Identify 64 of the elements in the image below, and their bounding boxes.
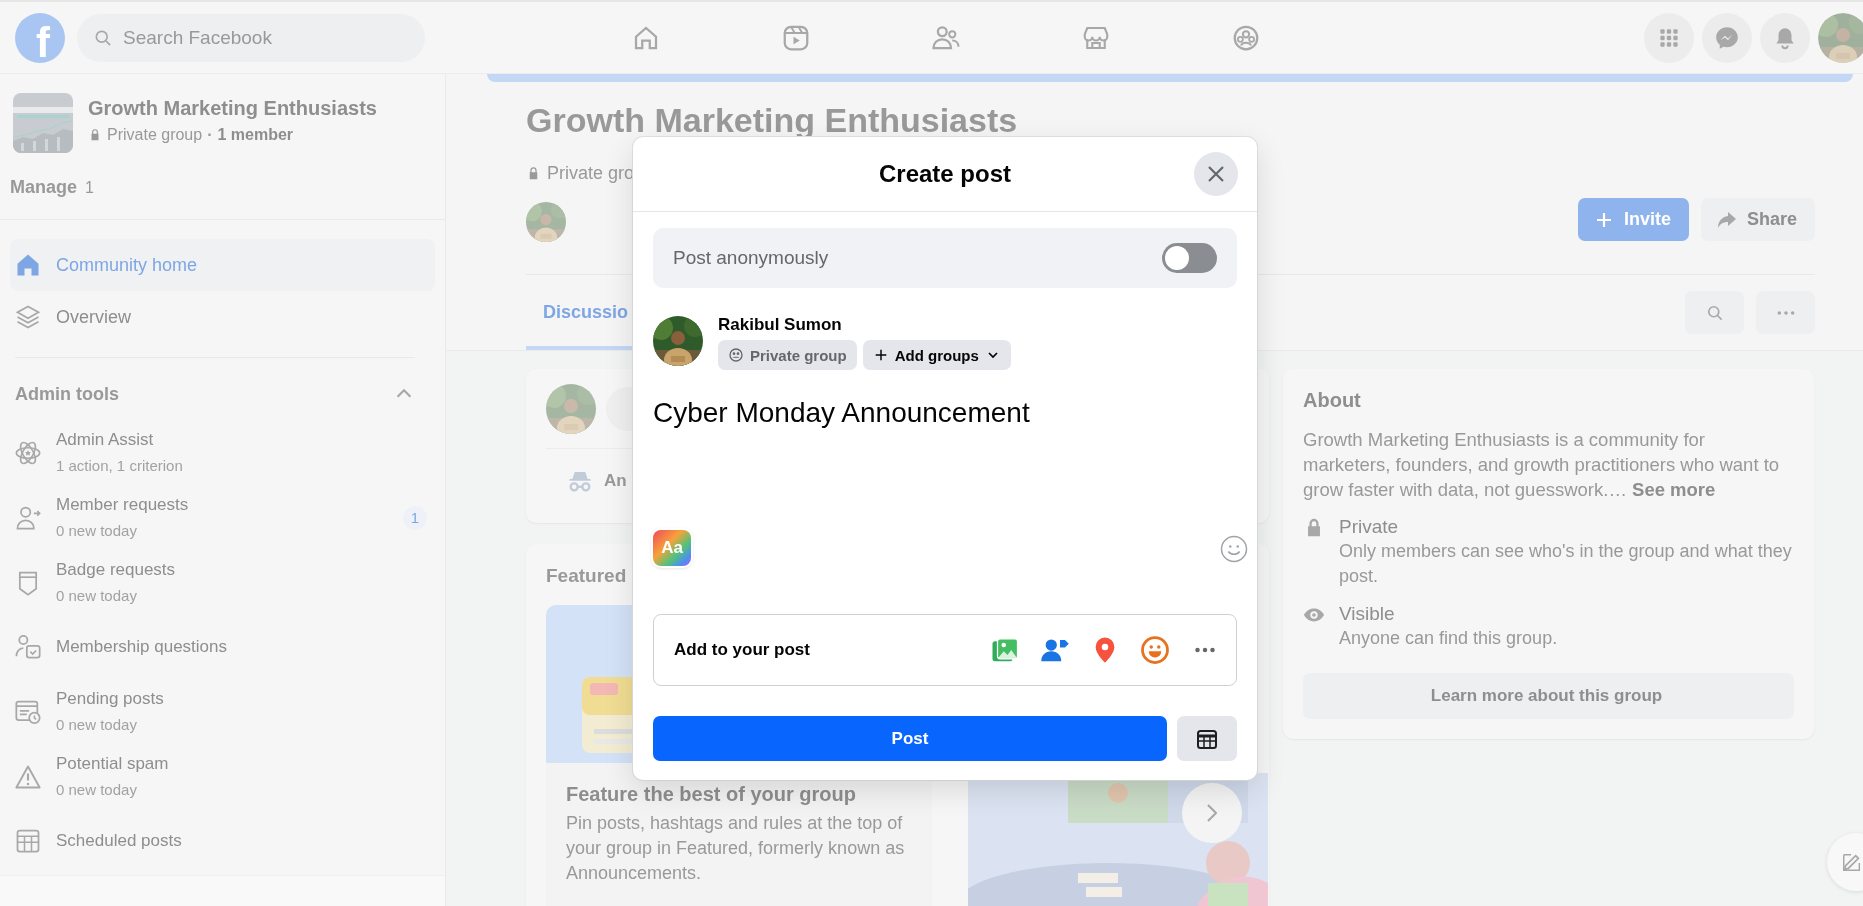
section-heading: About (1303, 388, 1362, 413)
emoji-icon[interactable] (1219, 534, 1249, 564)
see-more-link[interactable]: See more (1632, 479, 1716, 500)
item-detail: 1 action, 1 criterion (56, 456, 184, 476)
messenger-icon (1714, 24, 1740, 51)
sidebar-item[interactable]: Community home (10, 239, 435, 291)
sidebar-item[interactable]: Pending posts (56, 688, 433, 710)
item-detail: 0 new today (56, 586, 138, 606)
notifications-button[interactable] (1760, 12, 1810, 63)
info-title: Private (1339, 515, 1400, 539)
close-button[interactable] (1194, 152, 1238, 196)
info-text: Anyone can find this group. (1339, 627, 1559, 650)
option-label: Post anonymously (673, 247, 829, 269)
person-checklist-icon (14, 633, 42, 661)
member-count: 1 member (217, 125, 294, 145)
info-text: Only members can see who's in the group and what they post. (1339, 540, 1793, 588)
item-detail: 0 new today (56, 521, 138, 541)
author-name: Rakibul Sumon (718, 314, 843, 336)
more-icon (1776, 310, 1795, 315)
count-badge: 1 (403, 505, 427, 530)
privacy-label: Private group (107, 125, 203, 145)
group-title: Growth Marketing Enthusiasts (526, 102, 1019, 138)
calendar-icon (14, 827, 42, 855)
group-description: Growth Marketing Enthusiasts is a community for marketers, founders, and growth practitioners who want to grow faster with data, not guesswork.… See more (1303, 428, 1781, 502)
facebook-logo[interactable]: f (15, 12, 65, 63)
search-field[interactable]: Search Facebook (77, 13, 425, 62)
sidebar-item[interactable]: Membership questions (56, 636, 433, 658)
anonymous-post-button[interactable]: An (604, 471, 627, 491)
info-title: Visible (1339, 602, 1396, 626)
pencil-icon (1841, 851, 1863, 873)
sidebar-item[interactable]: Badge requests (56, 559, 433, 581)
group-name[interactable]: Growth Marketing Enthusiasts (88, 96, 377, 120)
add-groups-button[interactable]: Add groups (862, 340, 1011, 370)
sidebar-item[interactable]: Overview (10, 291, 435, 343)
learn-more-button[interactable]: Learn more about this group (1303, 673, 1794, 719)
sidebar-item[interactable]: Admin Assist (56, 429, 433, 451)
chevron-right-icon (1207, 804, 1217, 822)
section-heading: Featured (546, 564, 628, 588)
add-to-post-label: Add to your post (674, 640, 810, 660)
search-button[interactable] (1685, 291, 1744, 334)
card-text: Pin posts, hashtags and rules at the top of your group in Featured, formerly known as Announcements. (566, 812, 906, 885)
toggle-switch[interactable] (1162, 243, 1217, 273)
item-detail: 0 new today (56, 715, 138, 735)
messenger-button[interactable] (1702, 12, 1752, 63)
manage-heading: Manage (10, 177, 78, 198)
sidebar-item[interactable]: Member requests (56, 494, 389, 516)
text-format-button[interactable]: Aa (653, 530, 691, 566)
dialog-title: Create post (878, 160, 1011, 188)
separator-dot: · (207, 125, 213, 145)
layers-icon (14, 303, 42, 331)
section-heading: Admin tools (15, 383, 119, 405)
audience-button[interactable]: Private group (718, 340, 857, 370)
manage-count: 1 (85, 179, 94, 197)
smiley-icon[interactable] (1140, 635, 1170, 665)
post-button[interactable]: Post (653, 716, 1167, 761)
post-text[interactable]: Cyber Monday Announcement (653, 396, 1030, 430)
sidebar-item[interactable]: Potential spam (56, 753, 433, 775)
share-button[interactable]: Share (1700, 198, 1815, 241)
schedule-button[interactable] (1177, 716, 1237, 761)
menu-button[interactable] (1644, 12, 1694, 63)
card-title: Feature the best of your group (566, 782, 858, 807)
invite-button[interactable]: Invite (1577, 198, 1689, 241)
sidebar-item[interactable]: Scheduled posts (56, 830, 433, 852)
item-detail: 0 new today (56, 780, 138, 800)
